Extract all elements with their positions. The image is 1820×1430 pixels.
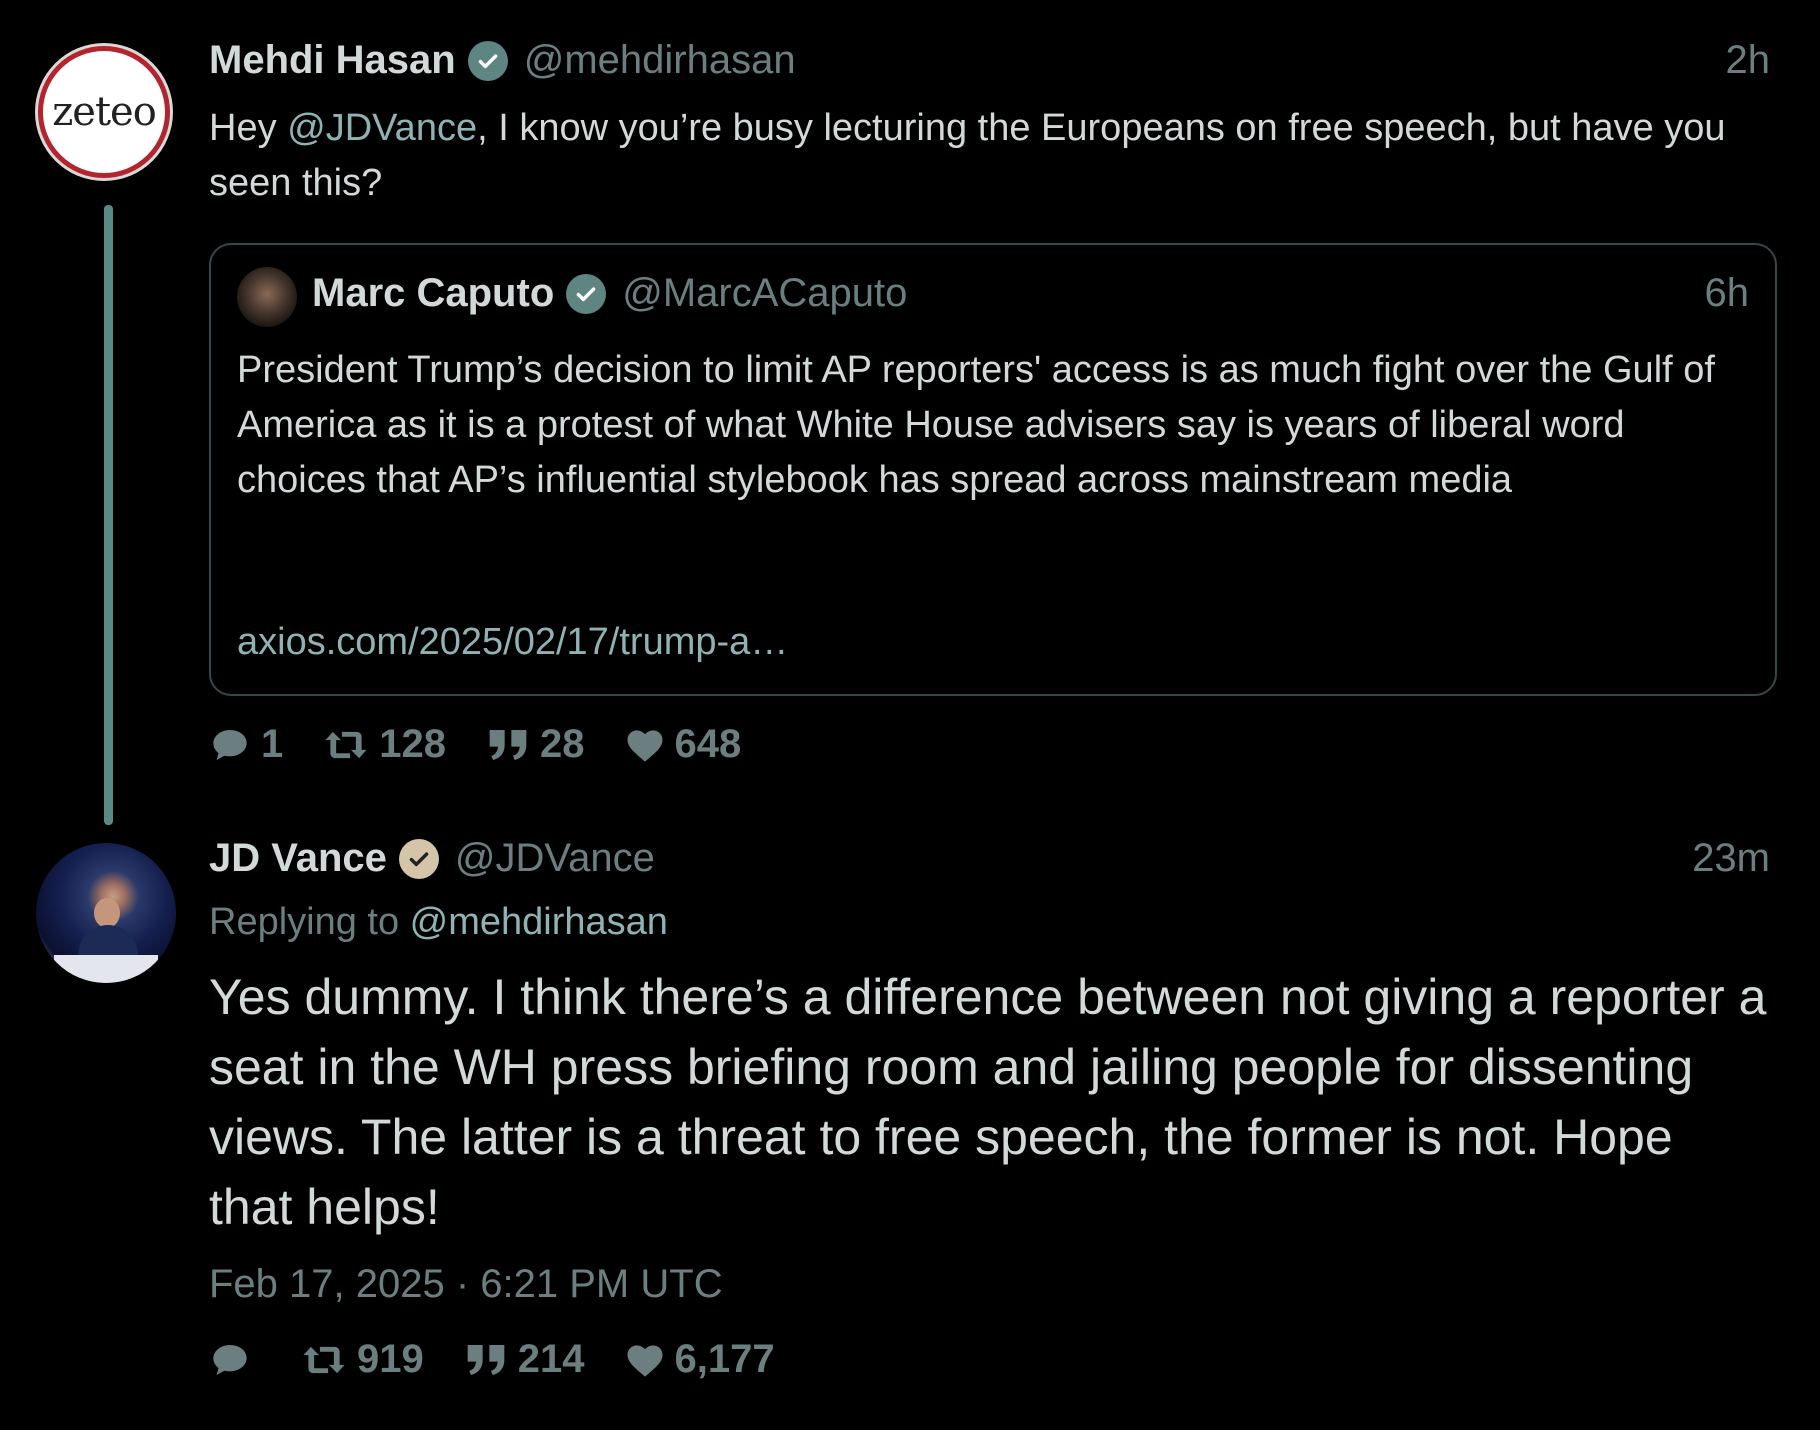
tweet2-text: Yes dummy. I think there’s a difference … xyxy=(209,969,1767,1235)
zeteo-logo-text: zeteo xyxy=(52,89,157,135)
tweet1-header: Mehdi Hasan @mehdirhasan xyxy=(209,38,796,83)
tweet2-retweet-button[interactable]: 919 xyxy=(301,1337,424,1382)
replying-to-prefix: Replying to xyxy=(209,901,410,943)
replying-to-line: Replying to @mehdirhasan xyxy=(209,895,668,950)
tweet1-like-count: 648 xyxy=(674,722,742,766)
mehdi-avatar[interactable]: zeteo xyxy=(38,46,170,178)
tweet2-quote-count: 214 xyxy=(517,1337,585,1381)
thread-line xyxy=(104,205,113,825)
verified-badge-icon xyxy=(566,273,607,314)
verified-badge-icon xyxy=(398,838,439,879)
tweet2-quote-button[interactable]: 214 xyxy=(464,1337,585,1382)
retweet-icon xyxy=(303,1346,345,1373)
tweet1-quote-count: 28 xyxy=(540,722,585,766)
quote-icon xyxy=(467,1344,505,1375)
tweet1-text: Hey @JDVance, I know you’re busy lecturi… xyxy=(209,101,1769,211)
avatar-podium xyxy=(54,955,158,983)
tweet1-mention-link[interactable]: @JDVance xyxy=(287,107,477,149)
tweet1-stats-bar: 1 128 28 648 xyxy=(209,722,781,767)
tweet2-stats-bar: 919 214 6,177 xyxy=(209,1337,815,1382)
tweet1-author-handle[interactable]: @mehdirhasan xyxy=(524,38,796,83)
marc-caputo-avatar[interactable] xyxy=(237,267,297,327)
quote-icon xyxy=(489,729,527,760)
tweet2-retweet-count: 919 xyxy=(357,1337,424,1381)
tweet1-reply-button[interactable]: 1 xyxy=(209,722,283,767)
tweet1-retweet-count: 128 xyxy=(379,722,446,766)
tweet2-like-button[interactable]: 6,177 xyxy=(625,1337,775,1382)
tweet1-author-name[interactable]: Mehdi Hasan xyxy=(209,38,456,83)
quote-link[interactable]: axios.com/2025/02/17/trump-a… xyxy=(237,615,788,670)
tweet2-date[interactable]: Feb 17, 2025 · 6:21 PM UTC xyxy=(209,1257,723,1312)
quoted-tweet-card[interactable]: Marc Caputo @MarcACaputo 6h President Tr… xyxy=(209,243,1777,696)
verified-badge-icon xyxy=(467,40,508,81)
tweet2-author-name[interactable]: JD Vance xyxy=(209,836,387,881)
tweet2-time[interactable]: 23m xyxy=(1692,836,1770,881)
tweet1-reply-count: 1 xyxy=(261,722,284,766)
quote-author-name[interactable]: Marc Caputo xyxy=(312,271,554,316)
tweet2-header: JD Vance @JDVance xyxy=(209,836,655,881)
tweet1-text-prefix: Hey xyxy=(209,107,288,149)
avatar-face xyxy=(94,898,120,928)
reply-icon xyxy=(213,1344,247,1375)
jd-vance-avatar[interactable] xyxy=(36,843,176,983)
tweet2-author-handle[interactable]: @JDVance xyxy=(455,836,655,881)
tweet1-time[interactable]: 2h xyxy=(1726,38,1771,83)
quote-time[interactable]: 6h xyxy=(1705,271,1750,316)
reply-icon xyxy=(213,729,247,760)
tweet2-reply-button[interactable] xyxy=(209,1340,261,1380)
retweet-icon xyxy=(325,731,367,758)
quote-header: Marc Caputo @MarcACaputo xyxy=(312,271,907,316)
replying-to-mention[interactable]: @mehdirhasan xyxy=(410,901,668,943)
tweet1-retweet-button[interactable]: 128 xyxy=(323,722,446,767)
tweet2-like-count: 6,177 xyxy=(674,1337,775,1381)
tweet1-quote-button[interactable]: 28 xyxy=(486,722,585,767)
heart-icon xyxy=(627,1344,662,1377)
tweet1-like-button[interactable]: 648 xyxy=(625,722,742,767)
heart-icon xyxy=(627,729,662,762)
quote-author-handle[interactable]: @MarcACaputo xyxy=(622,271,907,316)
quote-text: President Trump’s decision to limit AP r… xyxy=(237,349,1715,501)
